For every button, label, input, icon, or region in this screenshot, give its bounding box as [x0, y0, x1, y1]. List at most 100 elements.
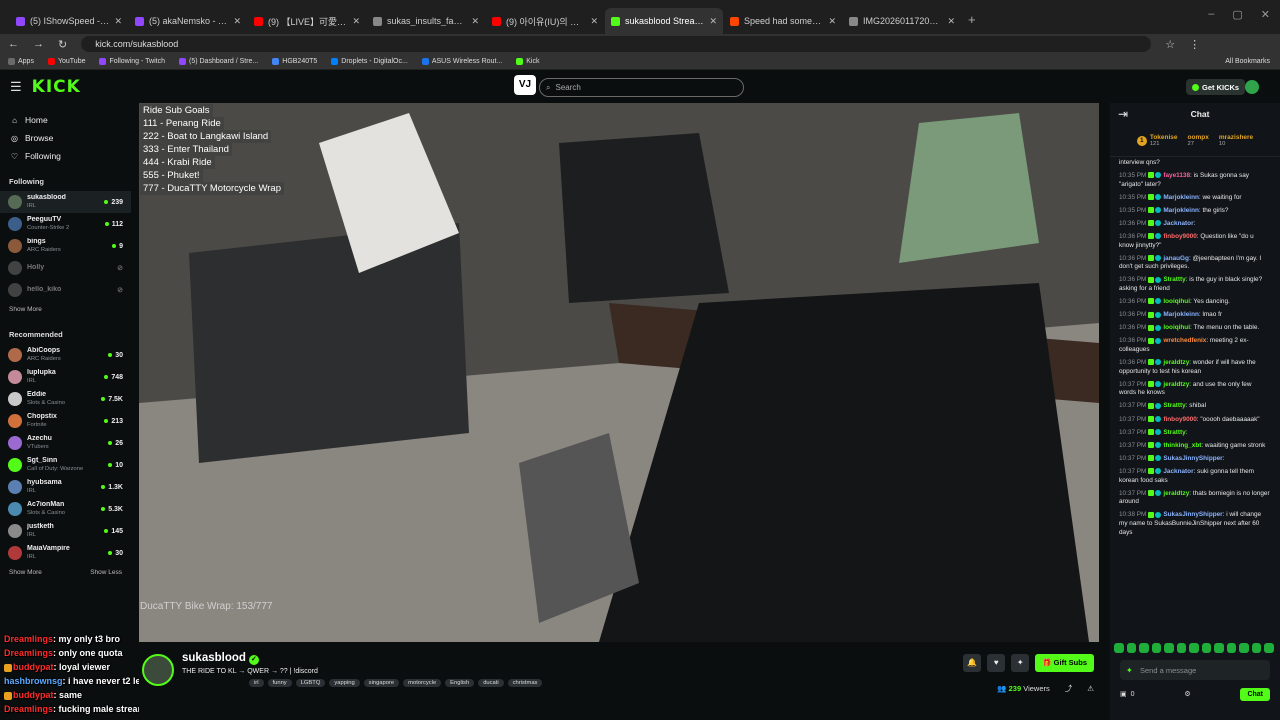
chat-username[interactable]: finboy9000 — [1163, 233, 1196, 240]
chat-username[interactable]: jeraldtzy — [1163, 359, 1189, 366]
leaderboard-entry[interactable]: 1 Tokenise 121 — [1136, 134, 1178, 147]
bookmark-item[interactable]: YouTube — [47, 58, 85, 65]
bookmark-item[interactable]: ASUS Wireless Rout... — [421, 58, 502, 65]
chat-username[interactable]: Marjokleinn — [1163, 194, 1199, 201]
channel-item[interactable]: justketh IRL 145 — [0, 520, 131, 542]
channel-item[interactable]: Azechu VTubers 26 — [0, 432, 131, 454]
browser-tab[interactable]: (9) 【LIVE】可愛くてごめん／『支部 ✕ — [248, 8, 366, 34]
bookmark-star-icon[interactable]: ☆ — [1165, 38, 1175, 51]
chat-username[interactable]: looiqihui — [1163, 298, 1190, 305]
browser-tab[interactable]: (5) IShowSpeed - Twitch ✕ — [10, 8, 128, 34]
emote-icon[interactable] — [1126, 643, 1137, 653]
user-avatar[interactable] — [1245, 80, 1259, 94]
browser-tab[interactable]: IMG20260117204933.jpg (3072 ✕ — [843, 8, 961, 34]
chat-username[interactable]: SukasJinnyShipper — [1163, 455, 1222, 462]
close-window-icon[interactable]: ✕ — [1261, 8, 1270, 21]
bookmark-item[interactable]: HGB240T5 — [272, 58, 317, 65]
show-more-following[interactable]: Show More — [0, 301, 131, 318]
points-icon[interactable]: ▣ — [1120, 690, 1127, 698]
tab-close-icon[interactable]: ✕ — [233, 16, 241, 27]
reload-icon[interactable]: ↻ — [58, 38, 67, 51]
chat-username[interactable]: faye1138 — [1163, 172, 1190, 179]
channel-item[interactable]: AbiCoops ARC Raiders 30 — [0, 344, 131, 366]
bookmark-item[interactable]: Kick — [516, 58, 539, 65]
emote-icon[interactable] — [1189, 643, 1199, 653]
chat-username[interactable]: looiqihui — [1163, 324, 1190, 331]
show-more-recommended[interactable]: Show More — [9, 569, 42, 576]
tab-close-icon[interactable]: ✕ — [352, 16, 360, 27]
hamburger-menu-icon[interactable]: ☰ — [10, 79, 22, 95]
stream-tag[interactable]: yapping — [329, 679, 360, 687]
chat-username[interactable]: janauGg — [1163, 255, 1189, 262]
channel-item[interactable]: sukasblood IRL 239 — [0, 191, 131, 213]
tab-close-icon[interactable]: ✕ — [828, 16, 836, 27]
bookmark-item[interactable]: (5) Dashboard / Stre... — [179, 58, 258, 65]
browser-tab[interactable]: Speed had some stomach issu ✕ — [724, 8, 842, 34]
tab-close-icon[interactable]: ✕ — [709, 16, 717, 27]
new-tab-button[interactable]: + — [968, 8, 976, 34]
video-player[interactable]: Ride Sub Goals 111 - Penang Ride 222 - Boa… — [139, 103, 1099, 642]
forward-icon[interactable]: → — [33, 38, 44, 50]
maximize-icon[interactable]: ▢ — [1232, 8, 1242, 21]
chat-username[interactable]: Strattty — [1163, 429, 1185, 436]
chat-username[interactable]: jeraldtzy — [1163, 490, 1189, 497]
chat-username[interactable]: Jacknator — [1163, 220, 1193, 227]
chat-input[interactable]: ✦ Send a message — [1120, 660, 1270, 680]
follow-heart-icon[interactable]: ♥ — [987, 654, 1006, 672]
nav-home[interactable]: ⌂ Home — [0, 111, 131, 129]
chat-username[interactable]: finboy9000 — [1163, 416, 1196, 423]
chat-send-button[interactable]: Chat — [1240, 687, 1270, 701]
get-kicks-button[interactable]: Get KICKs — [1186, 79, 1246, 95]
notification-bell-icon[interactable]: 🔔 — [963, 654, 982, 672]
all-bookmarks[interactable]: All Bookmarks — [1225, 58, 1270, 65]
bookmark-item[interactable]: Droplets - DigitalOc... — [331, 58, 408, 65]
chat-sparkle-icon[interactable]: ✦ — [1126, 666, 1134, 675]
stream-tag[interactable]: ducati — [478, 679, 504, 687]
browser-menu-icon[interactable]: ⋮ — [1189, 38, 1200, 51]
report-icon[interactable]: ⚠ — [1087, 684, 1094, 693]
emote-icon[interactable] — [1239, 643, 1249, 653]
tab-close-icon[interactable]: ✕ — [114, 16, 122, 27]
stream-tag[interactable]: christmas — [507, 679, 543, 687]
stream-tag[interactable]: motorcycle — [403, 679, 442, 687]
chat-username[interactable]: Strattty — [1163, 276, 1185, 283]
nav-browse[interactable]: ◎ Browse — [0, 129, 131, 147]
chat-settings-icon[interactable]: ⚙ — [1184, 690, 1190, 698]
search-input[interactable]: ⌕ Search — [539, 78, 744, 97]
sparkle-icon[interactable]: ✦ — [1011, 654, 1030, 672]
channel-item[interactable]: Eddie Slots & Casino 7.5K — [0, 388, 131, 410]
leaderboard-entry[interactable]: mrazishere 10 — [1219, 134, 1253, 147]
nav-following[interactable]: ♡ Following — [0, 147, 131, 165]
chat-username[interactable]: Strattty — [1163, 402, 1185, 409]
streamer-name[interactable]: sukasblood ✓ — [182, 652, 259, 665]
tab-close-icon[interactable]: ✕ — [947, 16, 955, 27]
channel-item[interactable]: hyubsama IRL 1.3K — [0, 476, 131, 498]
chat-username[interactable]: thinking_xbt — [1163, 442, 1201, 449]
stream-tag[interactable]: irl — [249, 679, 264, 687]
channel-item[interactable]: luplupka IRL 748 — [0, 366, 131, 388]
emote-icon[interactable] — [1151, 643, 1162, 653]
channel-item[interactable]: PeeguuTV Counter-Strike 2 112 — [0, 213, 131, 235]
back-icon[interactable]: ← — [8, 38, 19, 50]
emote-icon[interactable] — [1114, 643, 1124, 653]
channel-item[interactable]: Chopstix Fortnite 213 — [0, 410, 131, 432]
tab-close-icon[interactable]: ✕ — [590, 16, 598, 27]
share-icon[interactable]: ⤴ — [1065, 683, 1073, 694]
stream-tag[interactable]: singapore — [363, 679, 400, 687]
emote-icon[interactable] — [1139, 643, 1149, 653]
chat-username[interactable]: jeraldtzy — [1163, 381, 1189, 388]
channel-item[interactable]: Sgt_Sinn Call of Duty: Warzone 10 — [0, 454, 131, 476]
browser-tab[interactable]: sukasblood Stream - Watch ✕ — [605, 8, 723, 34]
collapse-chat-icon[interactable]: ⇥ — [1118, 107, 1128, 121]
minimize-icon[interactable]: – — [1208, 8, 1214, 21]
emote-icon[interactable] — [1214, 643, 1224, 653]
chat-username[interactable]: wretchedfenix — [1163, 337, 1206, 344]
channel-item[interactable]: Ac7ionMan Slots & Casino 5.3K — [0, 498, 131, 520]
streamer-avatar[interactable] — [142, 654, 174, 686]
stream-tag[interactable]: English — [445, 679, 475, 687]
emote-icon[interactable] — [1164, 643, 1174, 653]
stream-tag[interactable]: LGBTQ — [295, 679, 326, 687]
kick-logo[interactable]: KICK — [32, 77, 81, 97]
emote-icon[interactable] — [1201, 643, 1212, 653]
leaderboard-entry[interactable]: oompx 27 — [1188, 134, 1209, 147]
